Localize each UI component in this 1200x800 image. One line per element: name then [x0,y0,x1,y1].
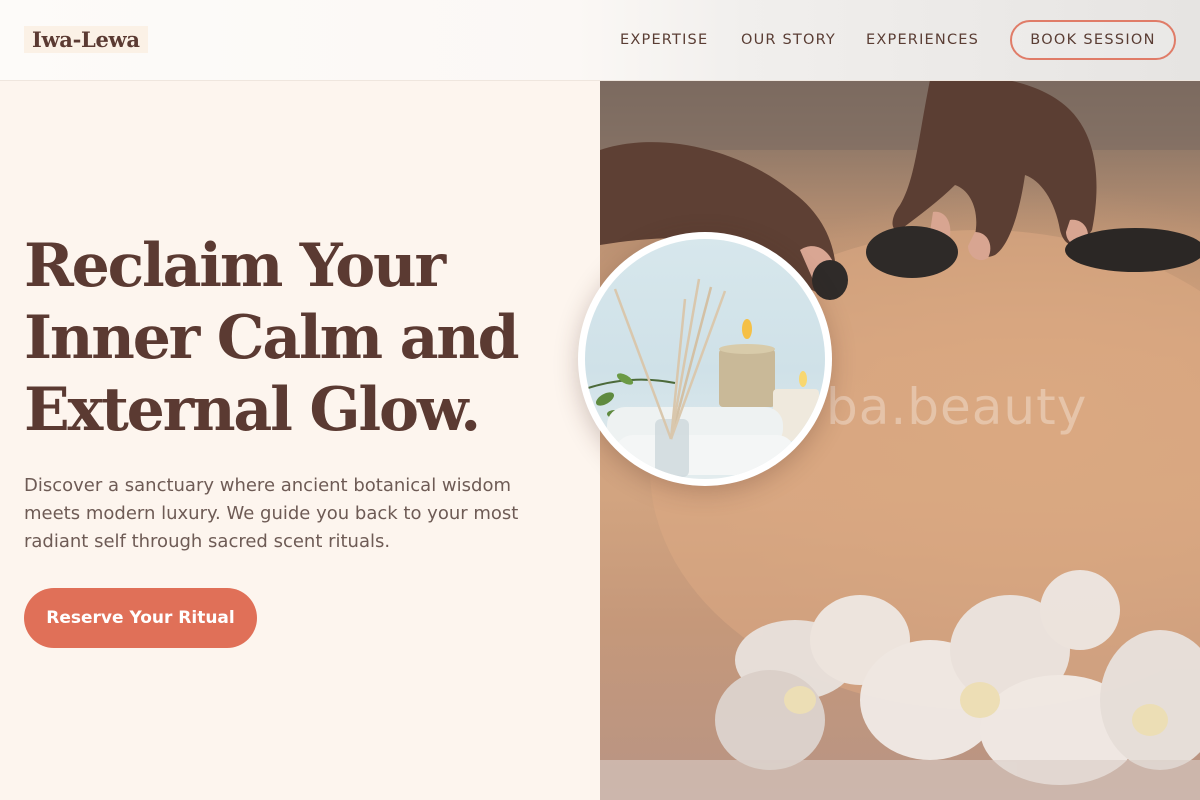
nav-experiences[interactable]: EXPERIENCES [866,0,979,80]
hero-subcopy: Discover a sanctuary where ancient botan… [24,475,519,552]
nav-expertise[interactable]: EXPERTISE [620,0,708,80]
inset-image [585,239,825,479]
diffuser-inset-photo [578,232,832,486]
photo-watermark: ba.beauty [826,378,1088,436]
nav-our-story[interactable]: OUR STORY [741,0,836,80]
hero-headline: Reclaim Your Inner Calm and External Glo… [24,231,520,445]
logo[interactable]: Iwa-Lewa [24,26,148,53]
book-session-button[interactable]: BOOK SESSION [1010,20,1176,60]
site-header: Iwa-Lewa EXPERTISE OUR STORY EXPERIENCES… [0,0,1200,81]
diffuser-illustration [585,278,819,477]
reserve-ritual-button[interactable]: Reserve Your Ritual [24,588,257,648]
